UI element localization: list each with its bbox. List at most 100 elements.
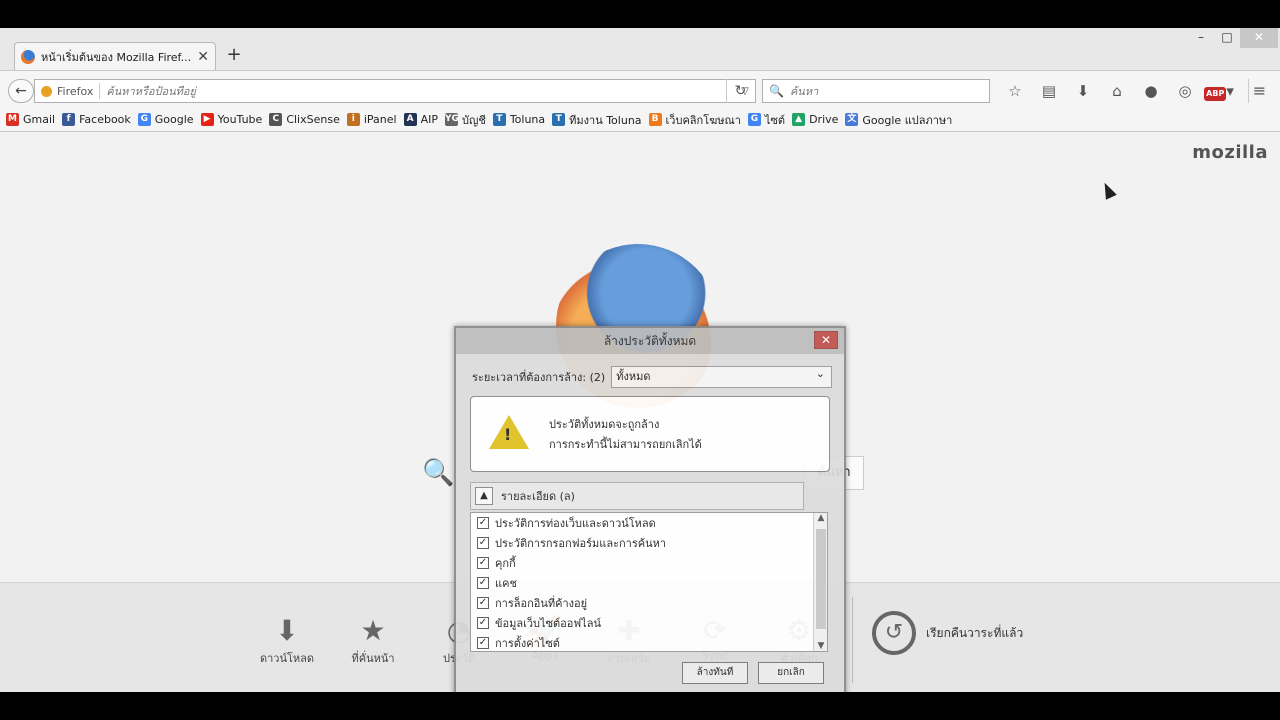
- clear-item-label: การล็อกอินที่ค้างอยู่: [495, 597, 588, 610]
- bookmark-item[interactable]: 文 Google แปลภาษา: [845, 111, 952, 129]
- dialog-close-button[interactable]: ✕: [814, 331, 838, 349]
- checkbox[interactable]: ✓: [477, 617, 489, 629]
- bookmark-item[interactable]: ▲ Drive: [792, 113, 838, 126]
- clear-item-checkbox-row[interactable]: ✓ ประวัติการกรอกฟอร์มและการค้นหา: [471, 533, 827, 553]
- warning-line-1: ประวัติทั้งหมดจะถูกล้าง: [549, 418, 660, 431]
- bookmark-favicon-icon: C: [269, 113, 283, 126]
- tab-title: หน้าเริ่มต้นของ Mozilla Firef...: [41, 50, 192, 64]
- bookmark-favicon-icon: i: [346, 113, 360, 126]
- checkbox[interactable]: ✓: [477, 517, 489, 529]
- bookmark-item[interactable]: C ClixSense: [269, 113, 340, 126]
- bookmark-label: Google: [154, 113, 194, 126]
- restore-session-button[interactable]: ↺ เรียกคืนวาระที่แล้ว: [872, 611, 1023, 655]
- bookmark-item[interactable]: B เว็บคลิกโฆษณา: [648, 111, 741, 129]
- menu-button[interactable]: ≡: [1248, 79, 1270, 103]
- clear-item-label: ข้อมูลเว็บไซต์ออฟไลน์: [495, 617, 601, 630]
- adblock-label: ABP: [1204, 87, 1227, 101]
- bookmark-item[interactable]: A AIP: [403, 113, 438, 126]
- bookmark-label: ClixSense: [286, 113, 340, 126]
- bookmark-favicon-icon: T: [552, 113, 566, 126]
- clear-history-dialog: ล้างประวัติทั้งหมด ✕ ระยะเวลาที่ต้องการล…: [454, 326, 846, 692]
- clear-items-list: ✓ ประวัติการท่องเว็บและดาวน์โหลด ✓ ประวัติก…: [470, 512, 828, 652]
- warning-box: ! ประวัติทั้งหมดจะถูกล้าง การกระทำนี้ไม่…: [470, 396, 830, 472]
- clear-item-checkbox-row[interactable]: ✓ การตั้งค่าไซต์: [471, 633, 827, 651]
- scroll-down-icon[interactable]: ▼: [814, 641, 827, 651]
- clear-now-button[interactable]: ล้างทันที: [682, 662, 748, 684]
- bookmark-favicon-icon: M: [6, 113, 19, 126]
- scrollbar[interactable]: ▲ ▼: [813, 513, 827, 651]
- clear-item-checkbox-row[interactable]: ✓ ประวัติการท่องเว็บและดาวน์โหลด: [471, 513, 827, 533]
- url-input[interactable]: [100, 84, 735, 98]
- identity-box[interactable]: Firefox: [35, 83, 101, 99]
- bookmark-label: Google แปลภาษา: [862, 113, 953, 127]
- new-tab-button[interactable]: +: [224, 44, 244, 65]
- start-page: mozilla 🔍 ค้นหา ⬇ดาวน์โหลด★ที่คั่นหน้า◔ป…: [0, 132, 1280, 692]
- back-button[interactable]: ←: [8, 79, 34, 103]
- checkbox[interactable]: ✓: [477, 537, 489, 549]
- firefox-icon: [41, 85, 52, 97]
- scroll-thumb[interactable]: [816, 529, 826, 629]
- extension-icon[interactable]: ◎: [1168, 79, 1202, 103]
- bookmark-item[interactable]: T Toluna: [492, 113, 546, 126]
- launcher-download[interactable]: ⬇ ดาวน์โหลด: [252, 613, 322, 667]
- download-icon[interactable]: ⬇: [1066, 79, 1100, 103]
- bookmark-label: Toluna: [509, 113, 546, 126]
- browser-window: หน้าเริ่มต้นของ Mozilla Firef... ✕ + – □…: [0, 28, 1280, 692]
- checkbox[interactable]: ✓: [477, 637, 489, 649]
- firefox-icon: [21, 49, 35, 64]
- bookmark-item[interactable]: G Google: [137, 113, 194, 126]
- bookmark-item[interactable]: G ไซต์: [747, 111, 786, 129]
- reading-list-icon[interactable]: ▤: [1032, 79, 1066, 103]
- launcher-label: ที่คั่นหน้า: [351, 652, 395, 665]
- bookmark-item[interactable]: YG บัญชี: [444, 111, 486, 129]
- tab-mozilla-start[interactable]: หน้าเริ่มต้นของ Mozilla Firef... ✕: [14, 42, 216, 70]
- bookmark-label: ทีมงาน Toluna: [569, 113, 642, 127]
- bookmark-label: AIP: [420, 113, 438, 126]
- reload-button[interactable]: ↻: [726, 79, 754, 103]
- close-tab-icon[interactable]: ✕: [197, 49, 209, 65]
- bookmark-favicon-icon: f: [62, 113, 76, 126]
- launcher-bookmarks[interactable]: ★ ที่คั่นหน้า: [338, 613, 408, 667]
- bookmark-item[interactable]: T ทีมงาน Toluna: [552, 111, 642, 129]
- maximize-button[interactable]: □: [1212, 28, 1242, 48]
- cancel-button[interactable]: ยกเลิก: [758, 662, 824, 684]
- url-bar[interactable]: Firefox ▽: [34, 79, 756, 103]
- launcher-divider: [852, 597, 853, 683]
- details-label: รายละเอียด (ล): [501, 490, 575, 503]
- bookmark-item[interactable]: f Facebook: [62, 113, 131, 126]
- adblock-icon[interactable]: ABP ▾: [1202, 79, 1236, 103]
- bookmark-item[interactable]: ▶ YouTube: [200, 113, 263, 126]
- tab-strip: หน้าเริ่มต้นของ Mozilla Firef... ✕ + – □…: [0, 28, 1280, 70]
- clear-item-checkbox-row[interactable]: ✓ แคช: [471, 573, 827, 593]
- bookmark-favicon-icon: ▲: [792, 113, 806, 126]
- chat-icon[interactable]: ●: [1134, 79, 1168, 103]
- search-input[interactable]: [783, 84, 989, 98]
- close-window-button[interactable]: ✕: [1240, 28, 1278, 48]
- bookmark-label: YouTube: [217, 113, 263, 126]
- clear-item-checkbox-row[interactable]: ✓ ข้อมูลเว็บไซต์ออฟไลน์: [471, 613, 827, 633]
- scroll-up-icon[interactable]: ▲: [814, 513, 827, 523]
- clear-item-checkbox-row[interactable]: ✓ คุกกี้: [471, 553, 827, 573]
- details-toggle[interactable]: ▲ รายละเอียด (ล): [470, 482, 804, 510]
- star-icon[interactable]: ☆: [998, 79, 1032, 103]
- time-range-select[interactable]: ทั้งหมด: [611, 364, 832, 388]
- bookmark-label: Drive: [809, 113, 839, 126]
- restore-label: เรียกคืนวาระที่แล้ว: [926, 625, 1024, 640]
- clear-item-label: ประวัติการท่องเว็บและดาวน์โหลด: [495, 517, 656, 530]
- toolbar-icons: ☆ ▤ ⬇ ⌂ ● ◎ ABP ▾: [998, 79, 1236, 103]
- search-bar[interactable]: 🔍: [762, 79, 990, 103]
- checkbox[interactable]: ✓: [477, 597, 489, 609]
- warning-exclamation: !: [504, 425, 512, 444]
- checkbox[interactable]: ✓: [477, 557, 489, 569]
- chevron-up-icon[interactable]: ▲: [475, 487, 493, 505]
- bookmark-label: ไซต์: [764, 113, 786, 127]
- mozilla-logo: mozilla: [1192, 142, 1268, 163]
- bookmark-item[interactable]: M Gmail: [6, 113, 55, 126]
- launcher-label: ดาวน์โหลด: [259, 652, 315, 665]
- navigation-toolbar: ← Firefox ▽ ↻ 🔍 ☆ ▤ ⬇ ⌂ ● ◎ ABP▾ ≡: [0, 70, 1280, 108]
- download-icon: ⬇: [275, 614, 299, 647]
- bookmark-item[interactable]: i iPanel: [346, 113, 397, 126]
- home-icon[interactable]: ⌂: [1100, 79, 1134, 103]
- clear-item-checkbox-row[interactable]: ✓ การล็อกอินที่ค้างอยู่: [471, 593, 827, 613]
- checkbox[interactable]: ✓: [477, 577, 489, 589]
